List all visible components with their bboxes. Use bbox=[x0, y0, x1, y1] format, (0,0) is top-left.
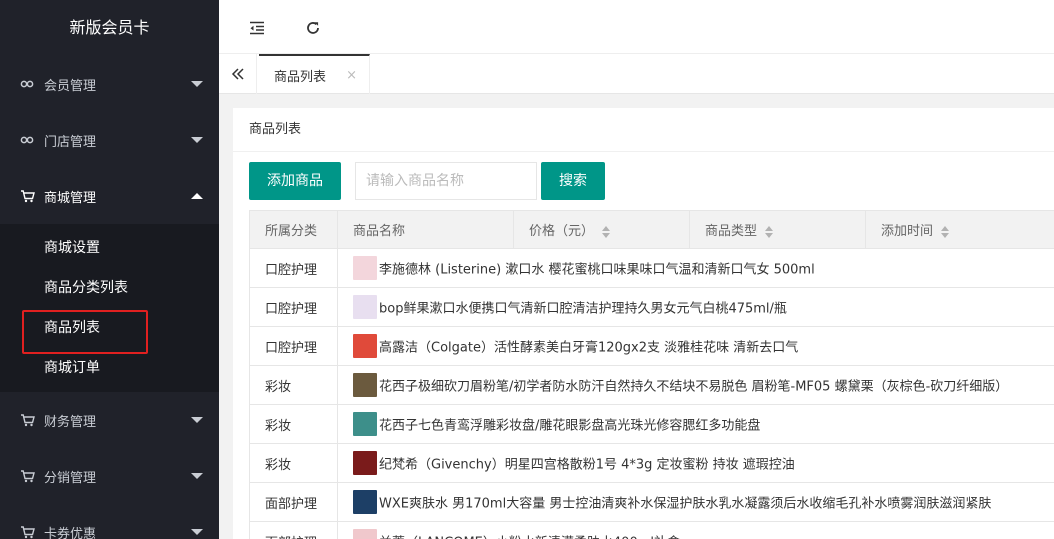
cart-icon bbox=[18, 189, 36, 203]
submenu-mall-settings[interactable]: 商城设置 bbox=[0, 228, 219, 268]
sort-icon[interactable] bbox=[765, 225, 774, 238]
menu-label: 会员管理 bbox=[44, 78, 97, 94]
menu-label: 商城管理 bbox=[44, 190, 97, 206]
menu-coupon-offers[interactable]: 卡券优惠 bbox=[0, 504, 219, 539]
table-row[interactable]: 面部护理兰蔻（LANCOME）小粉水新清滢柔肤水400ml补盒 bbox=[249, 521, 1054, 539]
product-name: bop鲜果漱口水便携口气清新口腔清洁护理持久男女元气白桃475ml/瓶 bbox=[379, 301, 787, 317]
product-name: 花西子极细砍刀眉粉笔/初学者防水防汗自然持久不结块不易脱色 眉粉笔-MF05 螺… bbox=[379, 379, 1009, 395]
submenu-product-list[interactable]: 商品列表 bbox=[0, 308, 219, 354]
mall-submenu: 商城设置 商品分类列表 商品列表 商城订单 bbox=[0, 224, 219, 392]
indent-icon[interactable] bbox=[246, 17, 268, 39]
tab-bar: 商品列表 × bbox=[219, 54, 1054, 94]
top-header bbox=[219, 0, 1054, 54]
product-thumbnail bbox=[353, 334, 377, 358]
sort-icon[interactable] bbox=[941, 225, 950, 238]
table-row[interactable]: 口腔护理 bop鲜果漱口水便携口气清新口腔清洁护理持久男女元气白桃475ml/瓶 bbox=[249, 287, 1054, 327]
menu-member-management[interactable]: 会员管理 bbox=[0, 56, 219, 112]
brand-title: 新版会员卡 bbox=[0, 0, 219, 56]
cart-icon bbox=[18, 469, 36, 483]
cell-category: 口腔护理 bbox=[249, 248, 338, 288]
menu-finance-management[interactable]: 财务管理 bbox=[0, 392, 219, 448]
column-header-type[interactable]: 商品类型 bbox=[689, 210, 866, 249]
cell-category: 面部护理 bbox=[249, 482, 338, 522]
product-name: 纪梵希（Givenchy）明星四宫格散粉1号 4*3g 定妆蜜粉 持妆 遮瑕控油 bbox=[379, 457, 795, 473]
cell-product-name: WXE爽肤水 男170ml大容量 男士控油清爽补水保湿护肤水乳水凝露须后水收缩毛… bbox=[337, 482, 1054, 522]
product-thumbnail bbox=[353, 256, 377, 280]
cell-product-name: 花西子七色青鸾浮雕彩妆盘/雕花眼影盘高光珠光修容腮红多功能盘 bbox=[337, 404, 1054, 444]
table-row[interactable]: 彩妆 花西子极细砍刀眉粉笔/初学者防水防汗自然持久不结块不易脱色 眉粉笔-MF05… bbox=[249, 365, 1054, 405]
cell-product-name: 纪梵希（Givenchy）明星四宫格散粉1号 4*3g 定妆蜜粉 持妆 遮瑕控油 bbox=[337, 443, 1054, 483]
tab-label: 商品列表 bbox=[274, 69, 327, 85]
product-thumbnail bbox=[353, 490, 377, 514]
column-header-category: 所属分类 bbox=[249, 210, 338, 249]
product-thumbnail bbox=[353, 295, 377, 319]
product-name: 高露洁（Colgate）活性酵素美白牙膏120gx2支 淡雅桂花味 清新去口气 bbox=[379, 340, 799, 356]
menu-label: 门店管理 bbox=[44, 134, 97, 150]
cell-category: 彩妆 bbox=[249, 443, 338, 483]
column-header-name: 商品名称 bbox=[337, 210, 514, 249]
menu-label: 分销管理 bbox=[44, 470, 97, 486]
submenu-mall-orders[interactable]: 商城订单 bbox=[0, 348, 219, 388]
menu-store-management[interactable]: 门店管理 bbox=[0, 112, 219, 168]
submenu-category-list[interactable]: 商品分类列表 bbox=[0, 268, 219, 308]
cell-category: 口腔护理 bbox=[249, 326, 338, 366]
link-icon bbox=[18, 135, 36, 145]
link-icon bbox=[18, 79, 36, 89]
caret-down-icon bbox=[191, 473, 203, 479]
refresh-icon[interactable] bbox=[302, 17, 324, 39]
search-button[interactable]: 搜索 bbox=[541, 162, 605, 200]
cell-product-name: 李施德林 (Listerine) 漱口水 樱花蜜桃口味果味口气温和清新口气女 5… bbox=[337, 248, 1054, 288]
cell-category: 口腔护理 bbox=[249, 287, 338, 327]
caret-down-icon bbox=[191, 417, 203, 423]
product-thumbnail bbox=[353, 412, 377, 436]
table-row[interactable]: 面部护理 WXE爽肤水 男170ml大容量 男士控油清爽补水保湿护肤水乳水凝露须后… bbox=[249, 482, 1054, 522]
table-row[interactable]: 彩妆 纪梵希（Givenchy）明星四宫格散粉1号 4*3g 定妆蜜粉 持妆 遮瑕… bbox=[249, 443, 1054, 483]
menu-mall-management[interactable]: 商城管理 bbox=[0, 168, 219, 224]
close-icon[interactable]: × bbox=[346, 68, 357, 83]
cell-category: 彩妆 bbox=[249, 404, 338, 444]
caret-down-icon bbox=[191, 529, 203, 535]
menu-label: 财务管理 bbox=[44, 414, 97, 430]
product-table: 所属分类 商品名称 价格（元） 商品类型 添加时间 口腔护理 李施德林 (List… bbox=[249, 210, 1054, 539]
product-thumbnail bbox=[353, 529, 377, 539]
product-thumbnail bbox=[353, 373, 377, 397]
table-row[interactable]: 口腔护理 高露洁（Colgate）活性酵素美白牙膏120gx2支 淡雅桂花味 清新… bbox=[249, 326, 1054, 366]
product-list-card: 商品列表 添加商品 搜索 所属分类 商品名称 价格（元） 商品类型 添加时间 bbox=[233, 108, 1054, 539]
table-header-row: 所属分类 商品名称 价格（元） 商品类型 添加时间 bbox=[249, 210, 1054, 249]
column-header-added-time[interactable]: 添加时间 bbox=[865, 210, 1054, 249]
tab-product-list[interactable]: 商品列表 × bbox=[259, 54, 370, 94]
cell-product-name: 兰蔻（LANCOME）小粉水新清滢柔肤水400ml补盒 bbox=[337, 521, 1054, 539]
cart-icon bbox=[18, 413, 36, 427]
cell-product-name: bop鲜果漱口水便携口气清新口腔清洁护理持久男女元气白桃475ml/瓶 bbox=[337, 287, 1054, 327]
column-header-price[interactable]: 价格（元） bbox=[513, 210, 690, 249]
toolbar: 添加商品 搜索 bbox=[249, 162, 605, 200]
product-name: 兰蔻（LANCOME）小粉水新清滢柔肤水400ml补盒 bbox=[379, 536, 680, 539]
menu-label: 卡券优惠 bbox=[44, 526, 97, 539]
table-row[interactable]: 口腔护理 李施德林 (Listerine) 漱口水 樱花蜜桃口味果味口气温和清新口… bbox=[249, 248, 1054, 288]
sidebar: 新版会员卡 会员管理 门店管理 商城管理 商城设置 商品分类列表 商品列表 商城… bbox=[0, 0, 219, 539]
cell-category: 面部护理 bbox=[249, 521, 338, 539]
card-title: 商品列表 bbox=[233, 108, 1054, 152]
cell-product-name: 高露洁（Colgate）活性酵素美白牙膏120gx2支 淡雅桂花味 清新去口气 bbox=[337, 326, 1054, 366]
cart-icon bbox=[18, 525, 36, 539]
table-row[interactable]: 彩妆 花西子七色青鸾浮雕彩妆盘/雕花眼影盘高光珠光修容腮红多功能盘 bbox=[249, 404, 1054, 444]
cell-product-name: 花西子极细砍刀眉粉笔/初学者防水防汗自然持久不结块不易脱色 眉粉笔-MF05 螺… bbox=[337, 365, 1054, 405]
product-name: 李施德林 (Listerine) 漱口水 樱花蜜桃口味果味口气温和清新口气女 5… bbox=[379, 262, 815, 278]
sort-icon[interactable] bbox=[602, 225, 611, 238]
product-thumbnail bbox=[353, 451, 377, 475]
caret-down-icon bbox=[191, 81, 203, 87]
add-product-button[interactable]: 添加商品 bbox=[249, 162, 341, 200]
menu-distribution-management[interactable]: 分销管理 bbox=[0, 448, 219, 504]
search-input[interactable] bbox=[355, 162, 537, 200]
cell-category: 彩妆 bbox=[249, 365, 338, 405]
product-name: WXE爽肤水 男170ml大容量 男士控油清爽补水保湿护肤水乳水凝露须后水收缩毛… bbox=[379, 496, 992, 512]
product-name: 花西子七色青鸾浮雕彩妆盘/雕花眼影盘高光珠光修容腮红多功能盘 bbox=[379, 418, 761, 434]
caret-up-icon bbox=[191, 193, 203, 199]
caret-down-icon bbox=[191, 137, 203, 143]
double-chevron-left-icon[interactable] bbox=[219, 54, 257, 94]
